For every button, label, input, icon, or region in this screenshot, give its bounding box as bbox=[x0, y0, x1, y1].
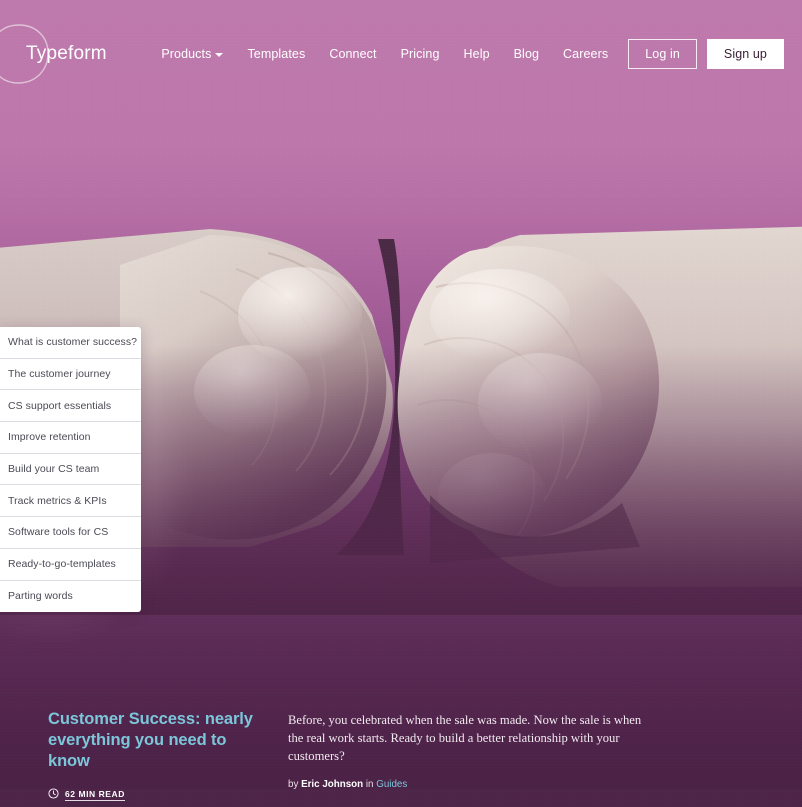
article-byline: by Eric Johnson in Guides bbox=[288, 779, 648, 790]
login-button[interactable]: Log in bbox=[628, 38, 697, 70]
sidebar-item-parting-words[interactable]: Parting words bbox=[0, 581, 141, 613]
nav-item-careers[interactable]: Careers bbox=[551, 41, 620, 67]
sidebar-item-track-metrics-kpis[interactable]: Track metrics & KPIs bbox=[0, 485, 141, 518]
byline-prefix: by bbox=[288, 778, 302, 790]
article-summary-right: Before, you celebrated when the sale was… bbox=[288, 697, 648, 807]
article-excerpt: Before, you celebrated when the sale was… bbox=[288, 713, 642, 763]
sidebar-item-cs-support-essentials[interactable]: CS support essentials bbox=[0, 390, 141, 423]
nav-item-blog[interactable]: Blog bbox=[502, 41, 551, 67]
byline-in: in bbox=[363, 778, 377, 790]
site-header: Typeform Products Templates Connect Pric… bbox=[0, 0, 802, 108]
category-link[interactable]: Guides bbox=[376, 779, 407, 790]
chapter-nav: What is customer success? The customer j… bbox=[0, 309, 190, 639]
sidebar-item-improve-retention[interactable]: Improve retention bbox=[0, 422, 141, 454]
article-summary-left: Customer Success: nearly everything you … bbox=[24, 697, 270, 807]
nav-item-products[interactable]: Products bbox=[149, 41, 235, 67]
brand-logo[interactable]: Typeform bbox=[0, 9, 144, 99]
read-time-row: 62 MIN READ bbox=[48, 786, 270, 804]
chapter-nav-card: What is customer success? The customer j… bbox=[0, 327, 141, 613]
brand-name: Typeform bbox=[26, 43, 107, 64]
nav-item-connect[interactable]: Connect bbox=[317, 41, 388, 67]
nav-item-label: Products bbox=[161, 47, 212, 61]
sidebar-item-software-tools-for-cs[interactable]: Software tools for CS bbox=[0, 517, 141, 549]
sidebar-item-the-customer-journey[interactable]: The customer journey bbox=[0, 359, 141, 391]
author-name[interactable]: Eric Johnson bbox=[301, 779, 363, 790]
sidebar-item-what-is-customer-success[interactable]: What is customer success? bbox=[0, 327, 141, 359]
clock-icon bbox=[48, 786, 59, 804]
nav-item-templates[interactable]: Templates bbox=[235, 41, 317, 67]
nav-item-pricing[interactable]: Pricing bbox=[389, 41, 452, 67]
nav-item-help[interactable]: Help bbox=[452, 41, 502, 67]
sidebar-item-ready-to-go-templates[interactable]: Ready-to-go-templates bbox=[0, 549, 141, 581]
sidebar-item-build-your-cs-team[interactable]: Build your CS team bbox=[0, 454, 141, 486]
main-nav: Products Templates Connect Pricing Help … bbox=[149, 38, 784, 70]
page-root: Typeform Products Templates Connect Pric… bbox=[0, 0, 802, 807]
signup-button[interactable]: Sign up bbox=[706, 38, 784, 70]
article-title[interactable]: Customer Success: nearly everything you … bbox=[48, 709, 270, 772]
chevron-down-icon bbox=[215, 53, 224, 57]
article-summary: Customer Success: nearly everything you … bbox=[0, 697, 802, 807]
read-time-label[interactable]: 62 MIN READ bbox=[65, 789, 125, 801]
